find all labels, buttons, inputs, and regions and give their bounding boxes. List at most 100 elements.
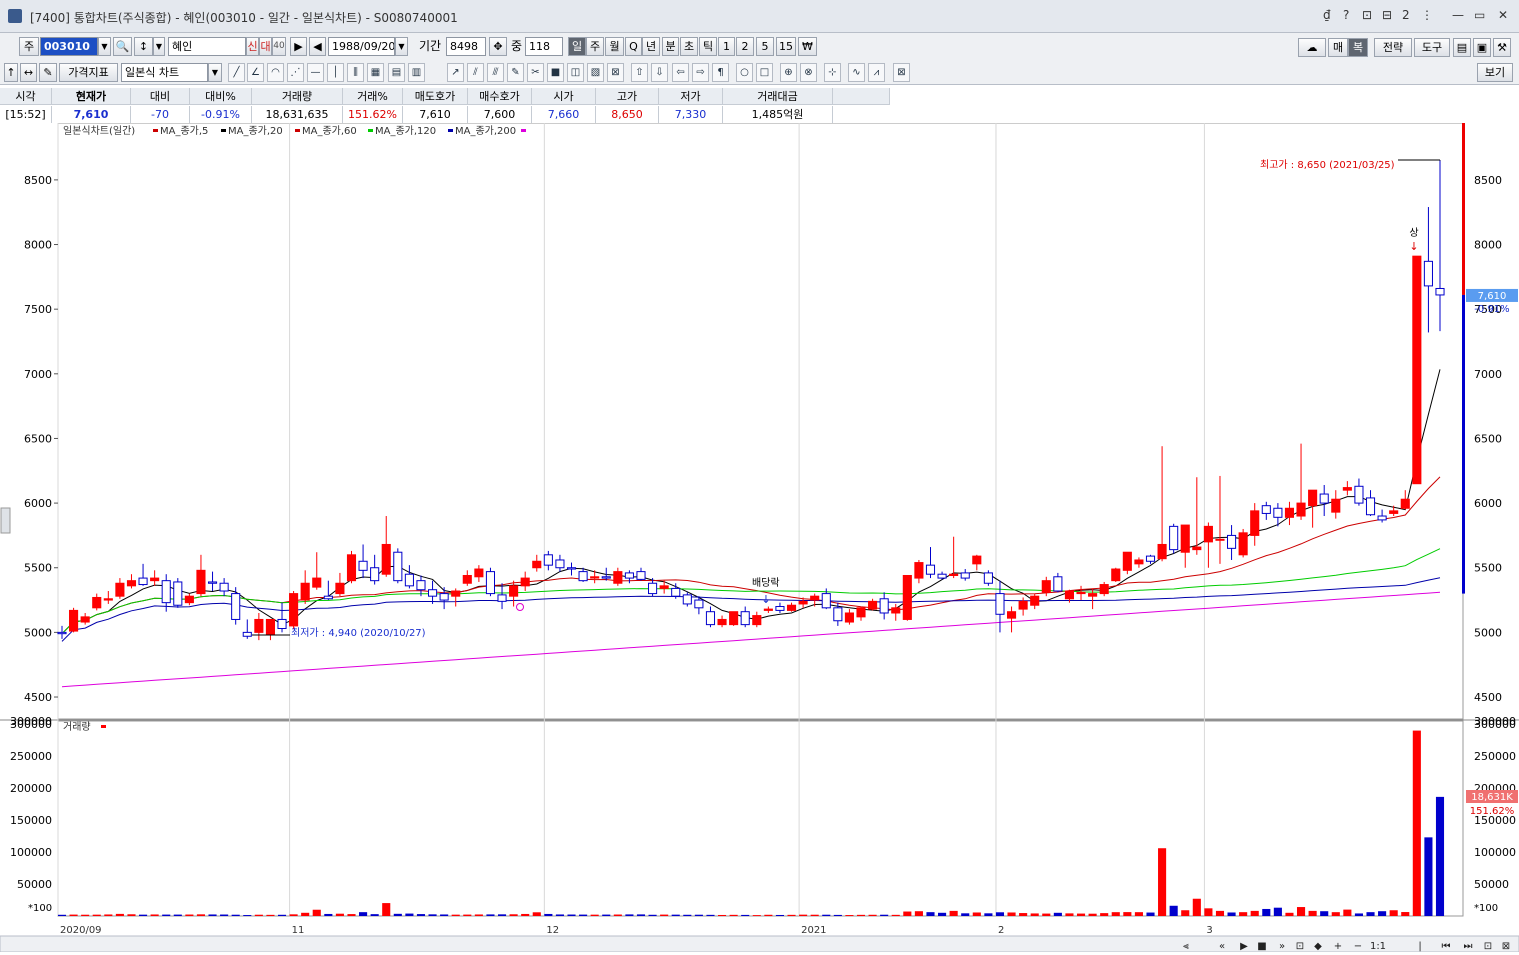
- close-icon[interactable]: ✕: [1498, 8, 1508, 22]
- multi-vline-tool-icon[interactable]: ⫼: [347, 63, 364, 82]
- chart-type-dropdown-icon[interactable]: ▼: [208, 63, 222, 82]
- box-tool-icon[interactable]: ▤: [388, 63, 405, 82]
- split-icon[interactable]: ⊟: [1382, 8, 1392, 22]
- period-tab[interactable]: 틱: [699, 37, 717, 56]
- compound-button[interactable]: 복: [1348, 38, 1368, 57]
- arrow-left-tool-icon[interactable]: ⇦: [672, 63, 689, 82]
- next-stock-icon[interactable]: ▶: [290, 37, 307, 56]
- zoom-tool-icon[interactable]: ⊕: [780, 63, 797, 82]
- volume-bar: [752, 915, 761, 916]
- parallel-tool-icon[interactable]: ⫽: [467, 63, 484, 82]
- volume-tick-left: 150000: [10, 814, 52, 827]
- indicator-button[interactable]: 가격지표: [59, 63, 118, 82]
- volume-bar: [440, 914, 449, 916]
- buy-sell-button[interactable]: 매: [1328, 38, 1348, 57]
- color-tool-icon[interactable]: ■: [547, 63, 564, 82]
- legend-swatch: [295, 129, 300, 132]
- cloud-icon[interactable]: ☁: [1298, 38, 1326, 57]
- volume-bar: [382, 903, 391, 916]
- help-icon[interactable]: ?: [1343, 8, 1349, 22]
- candle-body: [694, 599, 704, 609]
- tile-icon[interactable]: ⊡: [1362, 8, 1372, 22]
- chart-area[interactable]: 2020/09 11 12 2021 2 3 4500 4500 5000 5000 5500 550…: [0, 122, 1519, 953]
- sort-icon[interactable]: ↕: [134, 37, 153, 56]
- date-dropdown-icon[interactable]: ▼: [395, 37, 408, 56]
- maximize-icon[interactable]: ▭: [1474, 8, 1485, 22]
- edit-icon[interactable]: ✎: [39, 63, 57, 82]
- candle-body: [196, 569, 206, 595]
- wrench-icon[interactable]: ⚒: [1493, 38, 1511, 57]
- text-tool-icon[interactable]: ¶: [712, 63, 729, 82]
- period-tab[interactable]: 주: [586, 37, 604, 56]
- volume-bar: [1134, 912, 1143, 916]
- stock-code-input[interactable]: 003010: [40, 37, 98, 56]
- zigzag-tool-icon[interactable]: ⩘: [868, 63, 885, 82]
- clear-tool-icon[interactable]: ⊠: [893, 63, 910, 82]
- angle-tool-icon[interactable]: ∠: [247, 63, 264, 82]
- period-tab[interactable]: 분: [662, 37, 679, 56]
- period-tab[interactable]: 5: [756, 37, 774, 56]
- circle-tool-icon[interactable]: ○: [736, 63, 753, 82]
- period-tab[interactable]: 초: [680, 37, 698, 56]
- prev-stock-icon[interactable]: ◀: [309, 37, 326, 56]
- sort-dropdown-icon[interactable]: ▼: [153, 37, 165, 56]
- period-input[interactable]: 8498: [446, 37, 486, 56]
- chart-legend-item: MA_종가,5: [160, 125, 208, 137]
- delete-tool-icon[interactable]: ⊠: [607, 63, 624, 82]
- count-input[interactable]: 118: [525, 37, 563, 56]
- arrow-down-tool-icon[interactable]: ⇩: [651, 63, 668, 82]
- horizontal-arrows-icon[interactable]: ↔: [20, 63, 37, 82]
- chart-type-select[interactable]: 일본식 차트: [121, 63, 208, 82]
- scroll-control-icon: ⊡: [1296, 941, 1304, 952]
- period-tab[interactable]: Q: [625, 37, 642, 56]
- period-tab[interactable]: 15: [776, 37, 796, 56]
- period-tab[interactable]: 1: [718, 37, 735, 56]
- chart-svg[interactable]: 2020/09 11 12 2021 2 3 4500 4500 5000 5000 5500 550…: [0, 122, 1519, 953]
- arc-tool-icon[interactable]: ◠: [267, 63, 284, 82]
- save-icon[interactable]: ▣: [1473, 38, 1491, 57]
- zoom-area-tool-icon[interactable]: ⊗: [800, 63, 817, 82]
- legend-swatch: [448, 129, 453, 132]
- period-tab[interactable]: 2: [736, 37, 754, 56]
- candle-body: [92, 596, 102, 609]
- minimize-icon[interactable]: —: [1452, 8, 1464, 22]
- code-dropdown-icon[interactable]: ▼: [98, 37, 111, 56]
- volume-bar: [995, 912, 1005, 916]
- note-tool-icon[interactable]: ▧: [587, 63, 604, 82]
- fan-tool-icon[interactable]: ⋰: [287, 63, 304, 82]
- candle-body: [763, 608, 773, 611]
- period-tab[interactable]: 년: [642, 37, 660, 56]
- arrow-right-tool-icon[interactable]: ⇨: [692, 63, 709, 82]
- grid-tool-icon[interactable]: ▦: [367, 63, 384, 82]
- period-tab[interactable]: 월: [605, 37, 624, 56]
- line-tool-icon[interactable]: ╱: [228, 63, 245, 82]
- stock-name-field[interactable]: 혜인: [168, 37, 246, 56]
- market-select[interactable]: 주: [19, 37, 39, 56]
- vline-tool-icon[interactable]: │: [327, 63, 344, 82]
- pen-tool-icon[interactable]: ✎: [507, 63, 524, 82]
- trend-tool-icon[interactable]: ↗: [447, 63, 464, 82]
- up-arrow-icon[interactable]: ↑: [4, 63, 18, 82]
- screen-number[interactable]: 2: [1402, 8, 1410, 22]
- crosshair-tool-icon[interactable]: ⊹: [824, 63, 841, 82]
- hline-tool-icon[interactable]: —: [307, 63, 324, 82]
- volume-bar: [301, 912, 310, 916]
- view-button[interactable]: 보기: [1477, 63, 1513, 82]
- search-icon[interactable]: 🔍: [113, 37, 132, 56]
- period-tab[interactable]: 일: [568, 37, 586, 56]
- arrow-up-tool-icon[interactable]: ⇧: [631, 63, 648, 82]
- paint-tool-icon[interactable]: ◫: [567, 63, 584, 82]
- more-icon[interactable]: ⋮: [1421, 8, 1433, 22]
- period-tab[interactable]: ₩: [798, 37, 817, 56]
- date-input[interactable]: 1988/09/20: [328, 37, 395, 56]
- strategy-button[interactable]: 전략: [1374, 38, 1412, 57]
- open-icon[interactable]: ▤: [1453, 38, 1471, 57]
- channel-tool-icon[interactable]: ⫻: [487, 63, 504, 82]
- move-icon[interactable]: ✥: [489, 37, 507, 56]
- bars-tool-icon[interactable]: ▥: [408, 63, 425, 82]
- pin-icon[interactable]: ₫: [1323, 8, 1331, 22]
- wave-tool-icon[interactable]: ∿: [848, 63, 865, 82]
- tools-button[interactable]: 도구: [1414, 38, 1450, 57]
- rect-tool-icon[interactable]: □: [756, 63, 773, 82]
- eraser-tool-icon[interactable]: ✂: [527, 63, 544, 82]
